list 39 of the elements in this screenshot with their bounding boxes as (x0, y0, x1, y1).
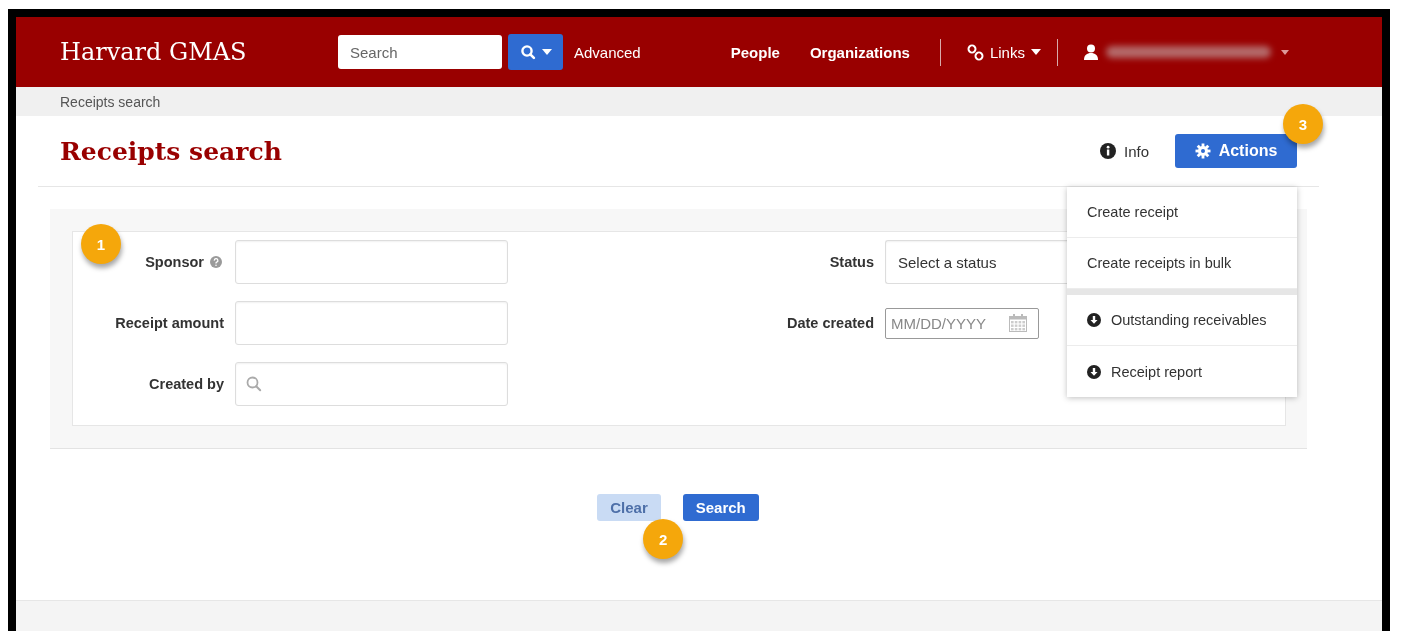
field-label: Date created (786, 315, 874, 331)
field-label: Created by (149, 376, 224, 392)
search-icon (519, 44, 536, 60)
text-field[interactable] (235, 301, 508, 345)
blurred-user-name[interactable] (1105, 46, 1271, 58)
field-label: Status (829, 254, 874, 270)
step-badge: 2 (643, 519, 684, 559)
chain-link-icon (966, 43, 984, 61)
nav-link[interactable]: People (730, 43, 780, 61)
field-label: Receipt amount (115, 315, 224, 331)
search-field[interactable]: Search (338, 35, 502, 69)
download-icon (1087, 364, 1101, 379)
search-icon (246, 376, 262, 392)
breadcrumb: Receipts search (60, 93, 161, 110)
links-menu[interactable]: Links (966, 43, 1041, 61)
menu-item[interactable]: Receipt report (1067, 346, 1297, 397)
info-icon (1099, 143, 1116, 159)
actions-button[interactable]: Actions (1175, 134, 1297, 168)
caret-icon (1030, 49, 1041, 55)
text-field[interactable] (235, 240, 508, 284)
calendar-icon (1009, 313, 1027, 332)
app-title: Harvard GMAS (60, 38, 248, 66)
step-badge: 1 (81, 224, 121, 264)
advanced-link[interactable]: Advanced (574, 43, 641, 61)
caret-icon (541, 49, 552, 55)
page-title: Receipts search (60, 136, 282, 166)
search-button[interactable] (508, 34, 563, 70)
search-button[interactable]: Search (682, 494, 759, 521)
nav-link[interactable]: Organizations (809, 43, 910, 61)
help-icon (210, 256, 222, 268)
info-link[interactable]: Info (1099, 142, 1149, 160)
caret-icon (1280, 49, 1289, 55)
user-icon (1083, 44, 1098, 60)
date-field[interactable]: MM/DD/YYYY (885, 307, 1039, 339)
download-icon (1087, 313, 1101, 327)
field-label: Sponsor (145, 254, 204, 270)
settings-icon (1194, 143, 1211, 159)
lookup-field[interactable] (235, 362, 508, 406)
clear-button[interactable]: Clear (597, 494, 661, 521)
